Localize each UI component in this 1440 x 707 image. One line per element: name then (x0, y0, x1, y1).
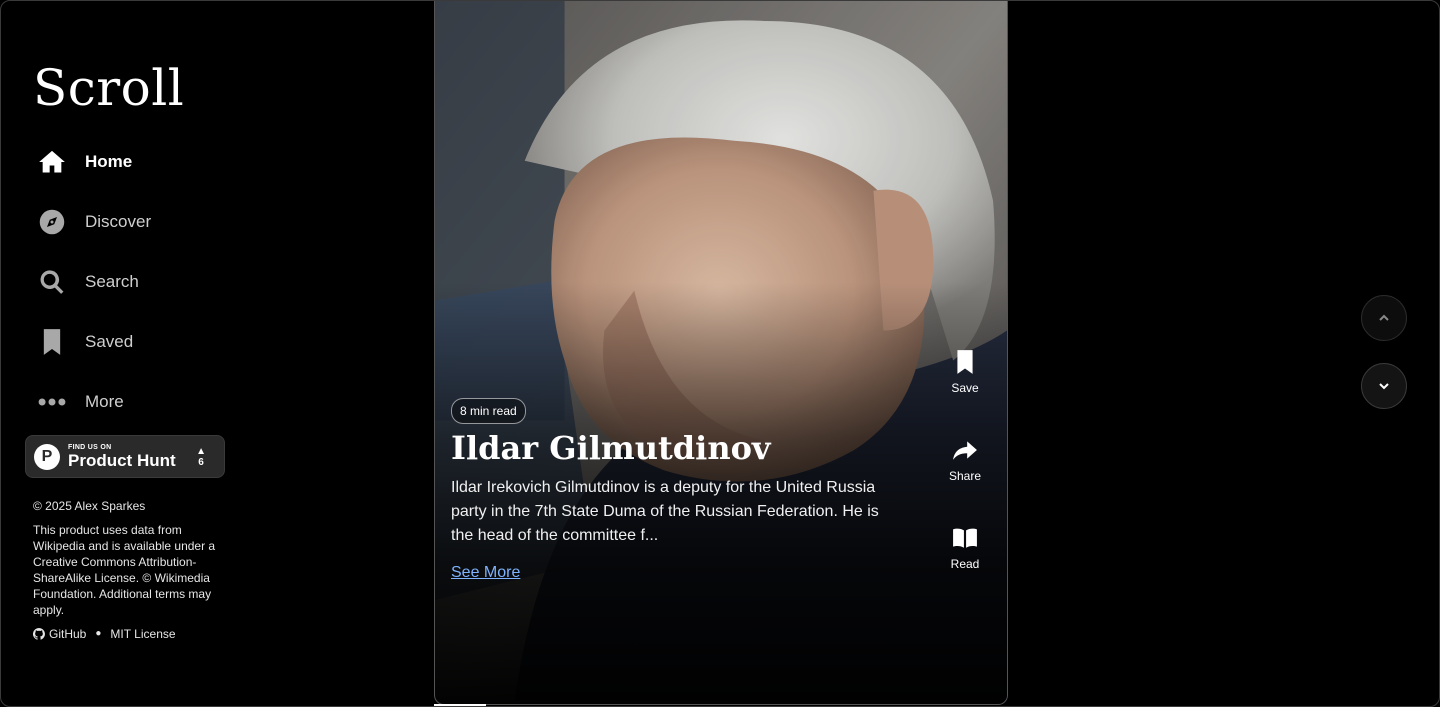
github-icon (33, 628, 45, 640)
sidebar-footer: © 2025 Alex Sparkes This product uses da… (33, 498, 223, 642)
footer-links: GitHub ● MIT License (33, 626, 223, 642)
scroll-down-button[interactable] (1361, 363, 1407, 409)
share-icon (953, 441, 977, 460)
save-label: Save (951, 381, 979, 395)
bookmark-icon (37, 327, 67, 357)
sidebar-nav: Home Discover Search Saved More (25, 132, 235, 432)
sidebar-item-search[interactable]: Search (25, 252, 235, 312)
read-label: Read (950, 557, 980, 571)
see-more-link[interactable]: See More (451, 564, 520, 582)
share-button[interactable]: Share (935, 437, 995, 525)
save-button[interactable]: Save (935, 349, 995, 437)
chevron-up-icon (1379, 314, 1389, 321)
product-hunt-name: Product Hunt (68, 451, 176, 470)
vote-count: 6 (198, 456, 204, 468)
product-hunt-icon: P (34, 443, 60, 470)
article-summary: Ildar Irekovich Gilmutdinov is a deputy … (451, 479, 879, 544)
sidebar-item-label: Saved (85, 332, 134, 351)
upvote-icon: ▲ (196, 445, 206, 457)
sidebar-item-more[interactable]: More (25, 372, 235, 432)
sidebar-item-home[interactable]: Home (25, 132, 235, 192)
scroll-up-button[interactable] (1361, 295, 1407, 341)
mit-license-link[interactable]: MIT License (110, 626, 175, 642)
sidebar-item-label: Discover (85, 212, 152, 231)
sidebar-item-label: Home (85, 152, 133, 171)
github-link[interactable]: GitHub (33, 626, 86, 642)
sidebar-item-label: More (85, 392, 124, 411)
copyright: © 2025 Alex Sparkes (33, 499, 146, 513)
product-hunt-badge[interactable]: P FIND US ON Product Hunt ▲ 6 (25, 435, 225, 478)
home-icon (37, 147, 67, 177)
bookmark-icon (957, 350, 973, 374)
photo-gradient-overlay (435, 1, 1007, 704)
sidebar-item-saved[interactable]: Saved (25, 312, 235, 372)
chevron-down-icon (1379, 383, 1389, 390)
share-label: Share (948, 469, 982, 483)
product-hunt-text: FIND US ON Product Hunt (68, 444, 176, 469)
article-title: Ildar Gilmutdinov (451, 429, 771, 467)
sidebar-item-label: Search (85, 272, 139, 291)
app-logo[interactable]: Scroll (33, 59, 184, 117)
github-label: GitHub (49, 627, 87, 641)
compass-icon (37, 207, 67, 237)
more-icon (37, 387, 67, 417)
sidebar-item-discover[interactable]: Discover (25, 192, 235, 252)
read-time-badge: 8 min read (451, 398, 526, 424)
read-button[interactable]: Read (935, 525, 995, 613)
card-actions: Save Share Read (935, 349, 995, 613)
article-card[interactable]: 8 min read Ildar Gilmutdinov Ildar Ireko… (434, 1, 1008, 705)
sidebar: Scroll Home Discover Search Saved More P… (25, 1, 235, 706)
product-hunt-small-text: FIND US ON (68, 444, 112, 451)
search-icon (37, 267, 67, 297)
book-open-icon (953, 528, 977, 548)
product-hunt-votes: ▲ 6 (196, 446, 206, 468)
separator-dot: ● (95, 628, 102, 639)
license-text: This product uses data from Wikipedia an… (33, 523, 216, 617)
app-frame: Scroll Home Discover Search Saved More P… (0, 0, 1440, 707)
